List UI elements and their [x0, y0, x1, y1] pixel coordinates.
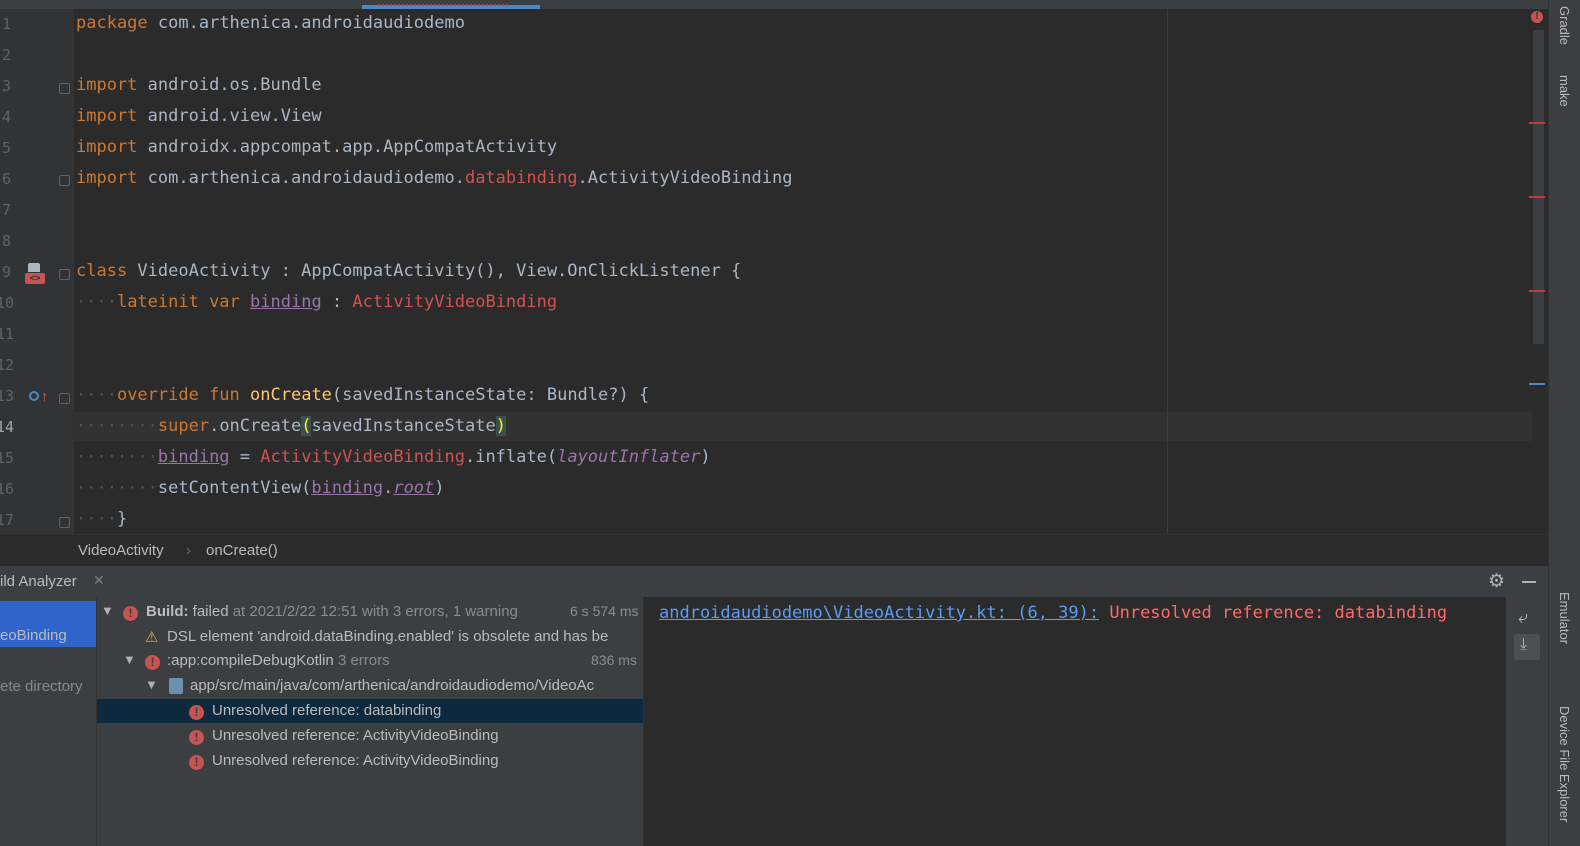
chevron-down-icon[interactable]: ▼: [123, 652, 136, 667]
override-gutter-icon[interactable]: ↑: [29, 389, 49, 405]
soft-wrap-icon[interactable]: ⤶: [1518, 607, 1528, 628]
code-line: ····lateinit var binding : ActivityVideo…: [76, 292, 558, 312]
fold-marker-icon[interactable]: [59, 269, 70, 280]
gear-icon[interactable]: ⚙: [1488, 570, 1505, 593]
line-number: 8: [2, 232, 12, 250]
line-number: 6: [2, 170, 12, 188]
line-number: 9: [2, 263, 12, 281]
tool-window-tab-build-analyzer[interactable]: ild Analyzer: [0, 573, 77, 590]
tree-row-file[interactable]: ▼ app/src/main/java/com/arthenica/androi…: [97, 674, 643, 698]
code-line: import android.os.Bundle: [76, 75, 322, 95]
error-stripe-mark[interactable]: [1529, 196, 1545, 198]
line-number: 17: [0, 511, 15, 529]
tree-row-error[interactable]: ! Unresolved reference: ActivityVideoBin…: [97, 724, 643, 748]
console-line: androidaudiodemo\VideoActivity.kt: (6, 3…: [659, 603, 1447, 623]
tree-row-error[interactable]: ! Unresolved reference: ActivityVideoBin…: [97, 749, 643, 773]
breadcrumb-class[interactable]: VideoActivity: [78, 542, 164, 559]
error-message: Unresolved reference: ActivityVideoBindi…: [212, 727, 499, 744]
tool-tab-gradle[interactable]: Gradle: [1557, 6, 1572, 45]
line-number: 16: [0, 480, 15, 498]
task-label: :app:compileDebugKotlin 3 errors: [167, 652, 390, 669]
breadcrumb-method[interactable]: onCreate(): [206, 542, 278, 559]
code-editor[interactable]: 1 2 3 4 5 6 7 8 9 10 11 12 13 14 15 16 1…: [0, 9, 1532, 534]
right-margin-guide: [1167, 9, 1168, 534]
code-line: ····}: [76, 509, 128, 529]
file-path: app/src/main/java/com/arthenica/androida…: [190, 677, 595, 694]
chevron-down-icon[interactable]: ▼: [145, 677, 158, 692]
tab-error-underline: [378, 0, 508, 6]
code-line: import android.view.View: [76, 106, 322, 126]
line-number: 2: [2, 46, 12, 64]
build-output-tree[interactable]: ▼ ! Build: failed at 2021/2/22 12:51 wit…: [97, 597, 643, 846]
task-time: 836 ms: [591, 652, 637, 668]
fold-marker-icon[interactable]: [59, 175, 70, 186]
line-number: 12: [0, 356, 15, 374]
line-number: 10: [0, 294, 15, 312]
fold-marker-icon[interactable]: [59, 83, 70, 94]
console-toolbar: ⤶ ⤓: [1506, 597, 1548, 846]
build-time: 6 s 574 ms: [570, 603, 639, 619]
code-line: ········setContentView(binding.root): [76, 478, 445, 498]
code-line: import androidx.appcompat.app.AppCompatA…: [76, 137, 558, 157]
file-link[interactable]: androidaudiodemo\VideoActivity.kt: (6, 3…: [659, 603, 1099, 623]
error-message: Unresolved reference: databinding: [212, 702, 442, 719]
build-left-panel: eoBinding ete directory: [0, 597, 97, 846]
breadcrumb: VideoActivity › onCreate(): [0, 534, 1548, 566]
chevron-down-icon[interactable]: ▼: [101, 603, 114, 618]
build-item-label: eoBinding: [0, 627, 67, 644]
tool-tab-emulator[interactable]: Emulator: [1557, 592, 1572, 644]
tree-row-task[interactable]: ▼ ! :app:compileDebugKotlin 3 errors 836…: [97, 649, 643, 673]
kotlin-file-icon: [169, 678, 183, 694]
minimize-icon[interactable]: [1522, 581, 1536, 583]
code-line: ····override fun onCreate(savedInstanceS…: [76, 385, 650, 405]
error-stripe-mark[interactable]: [1529, 290, 1545, 292]
close-icon[interactable]: ✕: [93, 572, 105, 589]
build-item-label[interactable]: ete directory: [0, 678, 83, 695]
right-tool-strip: Gradle make Emulator Device File Explore…: [1548, 0, 1580, 846]
tool-tab-device-file-explorer[interactable]: Device File Explorer: [1557, 706, 1572, 822]
line-number: 14: [0, 418, 15, 436]
code-line: import com.arthenica.androidaudiodemo.da…: [76, 168, 793, 188]
code-line: package com.arthenica.androidaudiodemo: [76, 13, 465, 33]
caret-stripe-mark: [1529, 383, 1545, 385]
warning-icon: ⚠: [145, 629, 159, 646]
console-error-text: Unresolved reference: databinding: [1109, 603, 1448, 623]
line-number: 5: [2, 139, 12, 157]
chevron-right-icon: ›: [186, 542, 191, 559]
error-indicator-icon[interactable]: !: [1531, 11, 1543, 23]
scrollbar-thumb[interactable]: [1533, 30, 1544, 344]
line-number: 11: [0, 325, 15, 343]
build-status: Build: failed at 2021/2/22 12:51 with 3 …: [146, 603, 518, 620]
line-number: 15: [0, 449, 15, 467]
tree-row-error-selected[interactable]: ! Unresolved reference: databinding: [97, 699, 643, 723]
line-number: 7: [2, 201, 12, 219]
build-console-output[interactable]: androidaudiodemo\VideoActivity.kt: (6, 3…: [643, 597, 1507, 846]
scroll-to-end-icon: ⤓: [1520, 636, 1528, 653]
tool-tab-make[interactable]: make: [1557, 75, 1572, 107]
line-number: 4: [2, 108, 12, 126]
scroll-to-end-button[interactable]: ⤓: [1514, 634, 1540, 660]
line-number: 13: [0, 387, 15, 405]
code-line: ········super.onCreate(savedInstanceStat…: [76, 416, 506, 436]
warning-text: DSL element 'android.dataBinding.enabled…: [167, 628, 609, 645]
error-stripe-mark[interactable]: [1529, 122, 1545, 124]
editor-tab-bar[interactable]: [0, 0, 1548, 9]
class-gutter-icon[interactable]: <>: [25, 263, 47, 285]
code-line: class VideoActivity : AppCompatActivity(…: [76, 261, 742, 281]
line-number: 1: [2, 15, 12, 33]
selected-build-item[interactable]: eoBinding: [0, 601, 96, 647]
code-line: ········binding = ActivityVideoBinding.i…: [76, 447, 711, 467]
fold-marker-icon[interactable]: [59, 393, 70, 404]
tree-row-build-root[interactable]: ▼ ! Build: failed at 2021/2/22 12:51 wit…: [97, 600, 643, 624]
tool-window-header: ild Analyzer ✕ ⚙: [0, 566, 1548, 597]
error-message: Unresolved reference: ActivityVideoBindi…: [212, 752, 499, 769]
tree-row-warning[interactable]: ⚠ DSL element 'android.dataBinding.enabl…: [97, 625, 643, 649]
fold-marker-icon[interactable]: [59, 517, 70, 528]
line-number: 3: [2, 77, 12, 95]
